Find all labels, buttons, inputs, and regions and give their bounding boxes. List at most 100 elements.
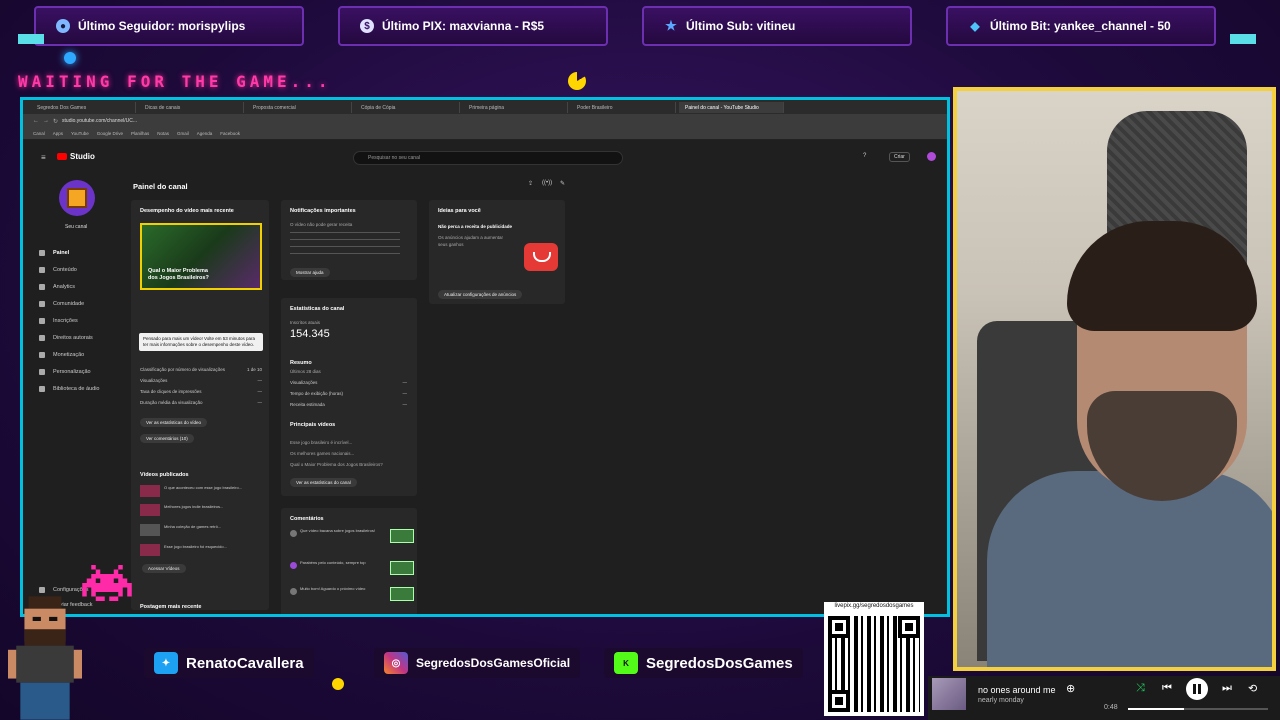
channel-avatar[interactable] xyxy=(59,180,95,216)
top-video-row[interactable]: Os melhores games nacionais... xyxy=(290,450,410,457)
list-item[interactable]: O que aconteceu com esse jogo brasileiro… xyxy=(140,484,264,498)
pause-button[interactable] xyxy=(1186,678,1208,700)
sidebar-item-conteudo[interactable]: Conteúdo xyxy=(39,267,77,273)
bookmark[interactable]: Facebook xyxy=(220,131,240,136)
bookmark[interactable]: Notas xyxy=(157,131,169,136)
bookmark[interactable]: Agenda xyxy=(197,131,213,136)
search-input[interactable]: Pesquisar no seu canal xyxy=(353,151,623,165)
social-instagram[interactable]: ◎ SegredosDosGamesOficial xyxy=(374,648,581,678)
bookmark[interactable]: Gmail xyxy=(177,131,189,136)
bookmark[interactable]: YouTube xyxy=(71,131,89,136)
shuffle-icon[interactable]: ⤨ xyxy=(1136,682,1145,695)
channel-analytics-button[interactable]: Ver as estatísticas do canal xyxy=(290,478,357,487)
metric-row: Taxa de cliques de impressões — xyxy=(140,389,262,394)
reload-icon[interactable]: ↻ xyxy=(53,118,58,125)
money-icon xyxy=(39,352,45,358)
avatar[interactable] xyxy=(927,152,936,161)
sidebar-item-direitos[interactable]: Direitos autorais xyxy=(39,335,93,341)
subscriptions-icon xyxy=(39,318,45,324)
url-text: studio.youtube.com/channel/UC... xyxy=(62,118,138,124)
alert-label: Último Seguidor: morispylips xyxy=(78,19,246,33)
video-analytics-button[interactable]: Ver as estatísticas do vídeo xyxy=(140,418,208,427)
sidebar-item-analytics[interactable]: Analytics xyxy=(39,284,75,290)
summary-title: Resumo xyxy=(290,360,312,366)
browser-tab-active[interactable]: Painel do canal - YouTube Studio xyxy=(679,101,784,113)
repeat-icon[interactable]: ⟲ xyxy=(1248,682,1257,695)
post-icon[interactable]: ✎ xyxy=(560,180,565,187)
subs-label: Inscritos atuais xyxy=(290,320,321,325)
instagram-icon: ◎ xyxy=(384,652,408,674)
video-thumb xyxy=(140,485,160,497)
song-title: no ones around me xyxy=(978,685,1056,695)
sidebar-item-painel[interactable]: Painel xyxy=(39,250,69,256)
comment-item[interactable]: Muito bom! Aguardo o próximo vídeo xyxy=(290,586,415,608)
browser-window: Segredos Dos Games Dicas de canais Propo… xyxy=(20,97,950,617)
metric-row: Visualizações — xyxy=(140,378,262,383)
qr-url: livepix.gg/segredosdosgames xyxy=(834,603,914,609)
browser-tab[interactable]: Poder Brasileiro xyxy=(571,101,676,113)
create-button[interactable]: Criar xyxy=(889,152,910,162)
browser-tab[interactable]: Proposta comercial xyxy=(247,101,352,113)
bookmark[interactable]: Planilhas xyxy=(131,131,149,136)
browser-tab[interactable]: Dicas de canais xyxy=(139,101,244,113)
help-button[interactable]: Mostrar ajuda xyxy=(290,268,330,277)
menu-icon[interactable]: ≡ xyxy=(41,153,46,162)
dashboard-icon xyxy=(39,250,45,256)
social-handle: RenatoCavallera xyxy=(186,654,304,672)
sidebar-item-comunidade[interactable]: Comunidade xyxy=(39,301,84,307)
browser-tab[interactable]: Cópia de Cópia xyxy=(355,101,460,113)
song-artist: nearly monday xyxy=(978,697,1024,704)
previous-icon[interactable]: ⏮ xyxy=(1162,682,1172,695)
alert-label: Último Bit: yankee_channel - 50 xyxy=(990,19,1171,33)
comment-item[interactable]: Que vídeo bacana sobre jogos brasileiros… xyxy=(290,528,415,550)
bookmark[interactable]: Canal xyxy=(33,131,45,136)
progress-fill xyxy=(1128,708,1184,710)
next-icon[interactable]: ⏭ xyxy=(1222,682,1232,695)
bookmark[interactable]: Google Drive xyxy=(97,131,123,136)
sidebar-item-personalizacao[interactable]: Personalização xyxy=(39,369,91,375)
thumbnail-title: Qual o Maior Problema dos Jogos Brasilei… xyxy=(148,268,209,281)
stat-row: Tempo de exibição (horas) — xyxy=(290,391,407,396)
tooltip: Pensado para mais um vídeo! Volte em 53 … xyxy=(139,333,263,351)
avatar xyxy=(290,588,297,595)
alert-bit: ◆ Último Bit: yankee_channel - 50 xyxy=(946,6,1216,46)
video-thumb xyxy=(140,544,160,556)
video-thumbnail[interactable]: Qual o Maior Problema dos Jogos Brasilei… xyxy=(140,223,262,290)
view-comments-button[interactable]: Ver comentários (10) xyxy=(140,434,194,443)
browser-tab[interactable]: Primeira página xyxy=(463,101,568,113)
back-icon[interactable]: ← xyxy=(33,118,39,124)
social-twitter[interactable]: ✦ RenatoCavallera xyxy=(144,648,314,678)
ideas-headline: Não perca a receita de publicidade xyxy=(438,224,513,229)
address-bar[interactable]: ← → ↻ studio.youtube.com/channel/UC... xyxy=(23,114,947,128)
summary-sub: Últimos 28 dias xyxy=(290,369,321,374)
studio-logo[interactable]: Studio xyxy=(57,152,95,161)
top-video-row[interactable]: Qual o Maior Problema dos Jogos Brasilei… xyxy=(290,461,410,468)
alert-sub: ★ Último Sub: vitineu xyxy=(642,6,912,46)
list-item[interactable]: Minha coleção de games retrô... xyxy=(140,523,264,537)
channel-name: Seu canal xyxy=(65,224,88,230)
ads-settings-button[interactable]: Atualizar configurações de anúncios xyxy=(438,290,523,299)
add-icon[interactable]: ⊕ xyxy=(1066,682,1075,695)
webcam-feed xyxy=(953,87,1276,671)
more-videos-button[interactable]: Acessar Vídeos xyxy=(142,564,186,573)
avatar xyxy=(290,562,297,569)
kick-icon: K xyxy=(614,652,638,674)
sidebar-item-audio[interactable]: Biblioteca de áudio xyxy=(39,386,99,392)
sidebar-item-monetizacao[interactable]: Monetização xyxy=(39,352,84,358)
stats-title: Estatísticas do canal xyxy=(290,306,345,312)
social-kick[interactable]: K SegredosDosGames xyxy=(604,648,803,678)
live-icon[interactable]: ((•)) xyxy=(542,180,552,186)
comment-item[interactable]: Parabéns pelo conteúdo, sempre top xyxy=(290,560,415,582)
upload-icon[interactable]: ⇪ xyxy=(528,180,533,187)
sidebar-item-inscricoes[interactable]: Inscrições xyxy=(39,318,78,324)
cube-logo-icon xyxy=(67,188,87,208)
forward-icon[interactable]: → xyxy=(43,118,49,124)
progress-bar[interactable] xyxy=(1128,708,1268,710)
help-icon[interactable]: ? xyxy=(863,153,866,159)
bookmark[interactable]: Apps xyxy=(53,131,63,136)
browser-tab[interactable]: Segredos Dos Games xyxy=(31,101,136,113)
top-video-row[interactable]: Esse jogo brasileiro é incrível... xyxy=(290,439,410,446)
list-item[interactable]: Esse jogo brasileiro foi esquecido... xyxy=(140,543,264,557)
elapsed-time: 0:48 xyxy=(1104,704,1118,711)
list-item[interactable]: Melhores jogos indie brasileiros... xyxy=(140,503,264,517)
